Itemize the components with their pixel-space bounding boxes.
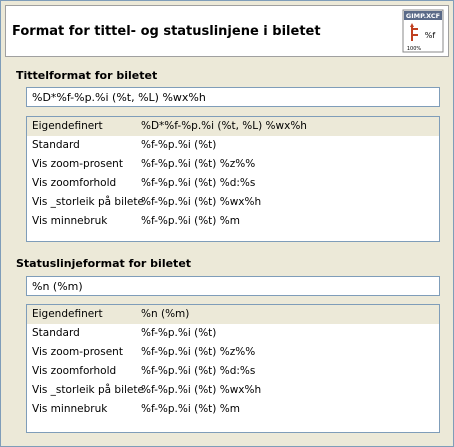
icon-label-top: GIMP.XCF xyxy=(406,12,440,20)
format-preset-name: Eigendefinert xyxy=(32,308,103,320)
status-format-list[interactable]: Eigendefinert %n (%m) Standard %f-%p.%i (%t… xyxy=(26,304,440,433)
format-list-row[interactable]: Standard %f-%p.%i (%t) xyxy=(27,136,439,155)
format-preset-name: Vis _storleik på bilete xyxy=(32,196,144,208)
format-preset-string: %f-%p.%i (%t) %d:%s xyxy=(141,365,256,377)
format-preset-string: %f-%p.%i (%t) xyxy=(141,139,217,151)
format-preset-string: %f-%p.%i (%t) xyxy=(141,327,217,339)
format-preset-string: %f-%p.%i (%t) %m xyxy=(141,215,240,227)
preferences-page: Format for tittel- og statuslinjene i bi… xyxy=(0,0,454,447)
format-preset-name: Standard xyxy=(32,139,80,151)
format-preset-string: %f-%p.%i (%t) %wx%h xyxy=(141,196,262,208)
format-preset-string: %D*%f-%p.%i (%t, %L) %wx%h xyxy=(141,120,307,132)
format-preset-string: %f-%p.%i (%t) %m xyxy=(141,403,240,415)
format-list-row[interactable]: Vis zoom-prosent %f-%p.%i (%t) %z%% xyxy=(27,343,439,362)
icon-label-bottom: 100% xyxy=(407,46,422,52)
format-preset-name: Vis zoomforhold xyxy=(32,365,117,377)
format-list-row[interactable]: Eigendefinert %n (%m) xyxy=(27,305,439,324)
status-format-input[interactable]: %n (%m) xyxy=(26,276,440,296)
format-preset-name: Vis _storleik på bilete xyxy=(32,384,144,396)
format-preset-string: %n (%m) xyxy=(141,308,190,320)
title-format-input[interactable]: %D*%f-%p.%i (%t, %L) %wx%h xyxy=(26,87,440,107)
image-title-format-icon: GIMP.XCF %f 100% xyxy=(402,9,444,53)
page-title: Format for tittel- og statuslinjene i bi… xyxy=(12,24,321,39)
format-list-row[interactable]: Vis _storleik på bilete %f-%p.%i (%t) %wx… xyxy=(27,193,439,212)
format-preset-name: Standard xyxy=(32,327,80,339)
format-list-row[interactable]: Vis zoomforhold %f-%p.%i (%t) %d:%s xyxy=(27,174,439,193)
icon-label-mid: %f xyxy=(425,31,436,40)
format-preset-name: Vis zoom-prosent xyxy=(32,158,123,170)
format-list-row[interactable]: Vis zoomforhold %f-%p.%i (%t) %d:%s xyxy=(27,362,439,381)
format-list-row[interactable]: Vis zoom-prosent %f-%p.%i (%t) %z%% xyxy=(27,155,439,174)
format-preset-string: %f-%p.%i (%t) %z%% xyxy=(141,346,256,358)
format-preset-name: Vis zoomforhold xyxy=(32,177,117,189)
title-format-list[interactable]: Eigendefinert %D*%f-%p.%i (%t, %L) %wx%h S… xyxy=(26,116,440,242)
format-preset-string: %f-%p.%i (%t) %wx%h xyxy=(141,384,262,396)
format-preset-string: %f-%p.%i (%t) %d:%s xyxy=(141,177,256,189)
format-list-row[interactable]: Vis minnebruk %f-%p.%i (%t) %m xyxy=(27,400,439,419)
format-list-row[interactable]: Eigendefinert %D*%f-%p.%i (%t, %L) %wx%h xyxy=(27,117,439,136)
format-preset-string: %f-%p.%i (%t) %z%% xyxy=(141,158,256,170)
status-format-heading: Statuslinjeformat for biletet xyxy=(16,257,192,270)
format-preset-name: Eigendefinert xyxy=(32,120,103,132)
format-preset-name: Vis minnebruk xyxy=(32,403,108,415)
page-header: Format for tittel- og statuslinjene i bi… xyxy=(5,5,449,57)
format-list-row[interactable]: Standard %f-%p.%i (%t) xyxy=(27,324,439,343)
format-list-row[interactable]: Vis _storleik på bilete %f-%p.%i (%t) %wx… xyxy=(27,381,439,400)
title-format-heading: Tittelformat for biletet xyxy=(16,69,158,82)
format-preset-name: Vis zoom-prosent xyxy=(32,346,123,358)
format-preset-name: Vis minnebruk xyxy=(32,215,108,227)
format-list-row[interactable]: Vis minnebruk %f-%p.%i (%t) %m xyxy=(27,212,439,231)
